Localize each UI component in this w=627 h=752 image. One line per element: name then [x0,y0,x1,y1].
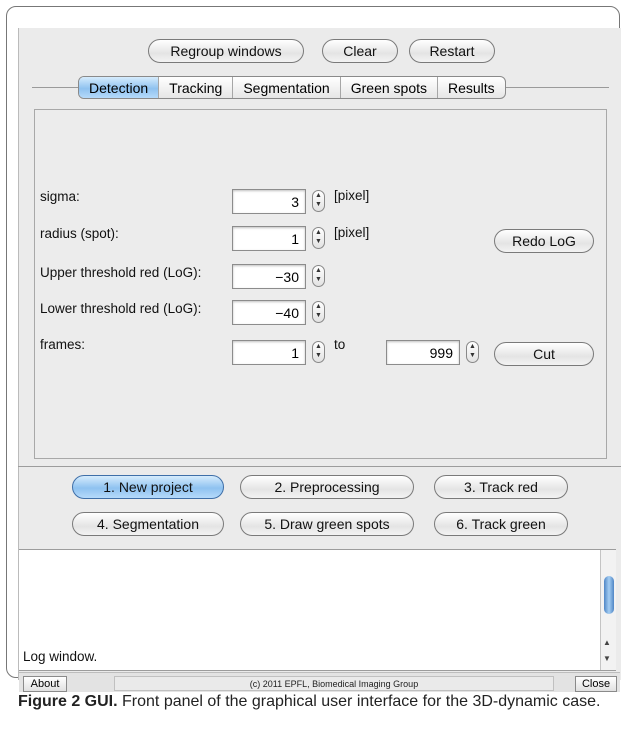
separator [18,466,621,467]
frames-start-stepper[interactable]: ▲ ▼ [312,341,325,363]
radius-label: radius (spot): [40,226,119,241]
new-project-button[interactable]: 1. New project [72,475,224,499]
redo-log-button[interactable]: Redo LoG [494,229,594,253]
caption-figure-label: Figure 2 GUI. [18,693,118,710]
log-scrollbar[interactable]: ▲ ▼ [600,550,616,670]
figure-caption: Figure 2 GUI. Front panel of the graphic… [18,690,618,714]
cut-button[interactable]: Cut [494,342,594,366]
frames-to-label: to [334,337,346,352]
log-window[interactable]: Log window. ▲ ▼ [19,549,616,671]
caption-text: Front panel of the graphical user interf… [117,693,601,710]
frames-label: frames: [40,337,86,352]
track-green-button[interactable]: 6. Track green [434,512,568,536]
sigma-field[interactable]: 3 [232,189,306,214]
tab-bar: Detection Tracking Segmentation Green sp… [78,76,506,99]
upper-threshold-stepper[interactable]: ▲ ▼ [312,265,325,287]
tab-detection[interactable]: Detection [79,77,160,98]
radius-stepper[interactable]: ▲ ▼ [312,227,325,249]
lower-threshold-label: Lower threshold red (LoG): [40,301,202,316]
upper-threshold-field[interactable]: −30 [232,264,306,289]
radius-unit: [pixel] [334,225,370,240]
restart-button[interactable]: Restart [409,39,495,63]
upper-threshold-label: Upper threshold red (LoG): [40,265,202,280]
segmentation-button[interactable]: 4. Segmentation [72,512,224,536]
draw-green-spots-button[interactable]: 5. Draw green spots [240,512,414,536]
scroll-up-icon[interactable]: ▲ [603,638,611,647]
sigma-label: sigma: [40,189,80,204]
lower-threshold-field[interactable]: −40 [232,300,306,325]
status-bar: About (c) 2011 EPFL, Biomedical Imaging … [19,672,620,692]
tab-results[interactable]: Results [438,77,505,98]
scrollbar-thumb[interactable] [604,576,614,614]
regroup-windows-button[interactable]: Regroup windows [148,39,304,63]
lower-threshold-stepper[interactable]: ▲ ▼ [312,301,325,323]
clear-button[interactable]: Clear [322,39,398,63]
tab-green-spots[interactable]: Green spots [341,77,438,98]
frames-end-field[interactable]: 999 [386,340,460,365]
frames-start-field[interactable]: 1 [232,340,306,365]
sigma-unit: [pixel] [334,188,370,203]
tab-segmentation[interactable]: Segmentation [233,77,341,98]
track-red-button[interactable]: 3. Track red [434,475,568,499]
radius-field[interactable]: 1 [232,226,306,251]
frames-end-stepper[interactable]: ▲ ▼ [466,341,479,363]
log-text: Log window. [23,649,98,664]
scroll-down-icon[interactable]: ▼ [603,654,611,663]
preprocessing-button[interactable]: 2. Preprocessing [240,475,414,499]
copyright-text: (c) 2011 EPFL, Biomedical Imaging Group [114,676,554,691]
tab-tracking[interactable]: Tracking [159,77,234,98]
sigma-stepper[interactable]: ▲ ▼ [312,190,325,212]
